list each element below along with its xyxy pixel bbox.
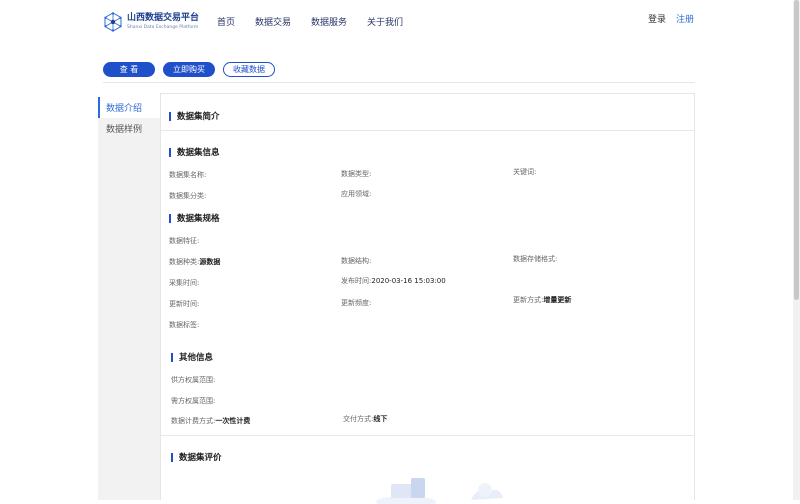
login-link[interactable]: 登录	[648, 12, 666, 25]
field-collect-time: 采集时间:	[169, 279, 200, 287]
field-update-frequency: 更新频度:	[341, 299, 372, 307]
billing-mode-value: 一次性计费	[215, 417, 251, 425]
scrollbar-thumb[interactable]	[794, 0, 799, 300]
dataset-detail-panel: 数据集简介 数据集信息 数据集名称: 数据类型: 关键词: 数据集分类: 应用领…	[160, 93, 695, 504]
side-item-sample[interactable]: 数据样例	[98, 118, 160, 139]
nav-item-home[interactable]: 首页	[217, 15, 235, 28]
dataset-actions: 查 看 立即购买 收藏数据	[103, 62, 283, 77]
field-supply-scope: 供方权属范围:	[171, 376, 216, 384]
field-data-structure: 数据结构:	[341, 257, 372, 265]
delivery-mode-value: 线下	[373, 415, 388, 423]
brand-subtitle: Shanxi Data Exchange Platform	[127, 25, 199, 30]
page-scrollbar[interactable]	[793, 0, 800, 500]
side-item-intro[interactable]: 数据介绍	[98, 97, 160, 118]
section-intro-title: 数据集简介	[177, 112, 220, 122]
section-spec-heading: 数据集规格	[169, 212, 220, 224]
section-marker	[171, 352, 173, 362]
field-dataset-category: 数据集分类:	[169, 192, 207, 200]
nav-item-about[interactable]: 关于我们	[367, 15, 403, 28]
field-dataset-name: 数据集名称:	[169, 171, 207, 179]
field-publish-time: 发布时间:2020-03-16 15:03:00	[341, 277, 446, 285]
auth-links: 登录 注册	[648, 12, 694, 25]
field-data-type: 数据类型:	[341, 170, 372, 178]
section-review-title: 数据集评价	[179, 453, 222, 463]
section-divider	[161, 435, 694, 436]
section-spec-title: 数据集规格	[177, 214, 220, 224]
buy-now-button[interactable]: 立即购买	[163, 62, 215, 77]
field-data-tags: 数据标签:	[169, 321, 200, 329]
register-link[interactable]: 注册	[676, 12, 694, 25]
section-info-title: 数据集信息	[177, 148, 220, 158]
section-marker	[169, 213, 171, 223]
brand-title: 山西数据交易平台	[127, 13, 200, 23]
section-marker	[169, 147, 171, 157]
section-other-title: 其他信息	[179, 353, 214, 363]
section-review-heading: 数据集评价	[171, 451, 222, 463]
field-data-feature: 数据特征:	[169, 237, 200, 245]
publish-time-value: 2020-03-16 15:03:00	[371, 277, 446, 285]
section-marker	[169, 111, 171, 121]
network-logo-icon	[104, 12, 122, 32]
nav-item-data-service[interactable]: 数据服务	[311, 15, 347, 28]
section-divider	[161, 130, 694, 131]
section-intro-heading: 数据集简介	[169, 110, 220, 122]
brand-logo[interactable]: 山西数据交易平台 Shanxi Data Exchange Platform	[103, 12, 199, 32]
nav-item-data-trade[interactable]: 数据交易	[255, 15, 291, 28]
header-divider	[103, 82, 695, 83]
field-update-mode: 更新方式:增量更新	[513, 296, 572, 304]
section-info-heading: 数据集信息	[169, 146, 220, 158]
section-marker	[171, 452, 173, 462]
side-menu: 数据介绍 数据样例	[98, 97, 160, 500]
data-kind-value: 源数据	[199, 258, 221, 266]
field-demand-scope: 需方权属范围:	[171, 397, 216, 405]
field-billing-mode: 数据计费方式:一次性计费	[171, 417, 251, 425]
field-storage-format: 数据存储格式:	[513, 255, 558, 263]
section-other-heading: 其他信息	[171, 351, 213, 363]
field-data-kind: 数据种类:源数据	[169, 258, 221, 266]
view-button[interactable]: 查 看	[103, 62, 155, 77]
favorite-button[interactable]: 收藏数据	[223, 62, 275, 77]
main-nav: 首页 数据交易 数据服务 关于我们	[217, 15, 423, 28]
field-keywords: 关键词:	[513, 168, 537, 176]
field-delivery-mode: 交付方式:线下	[343, 415, 388, 423]
field-update-time: 更新时间:	[169, 300, 200, 308]
update-mode-value: 增量更新	[543, 296, 572, 304]
field-application-domain: 应用领域:	[341, 190, 372, 198]
